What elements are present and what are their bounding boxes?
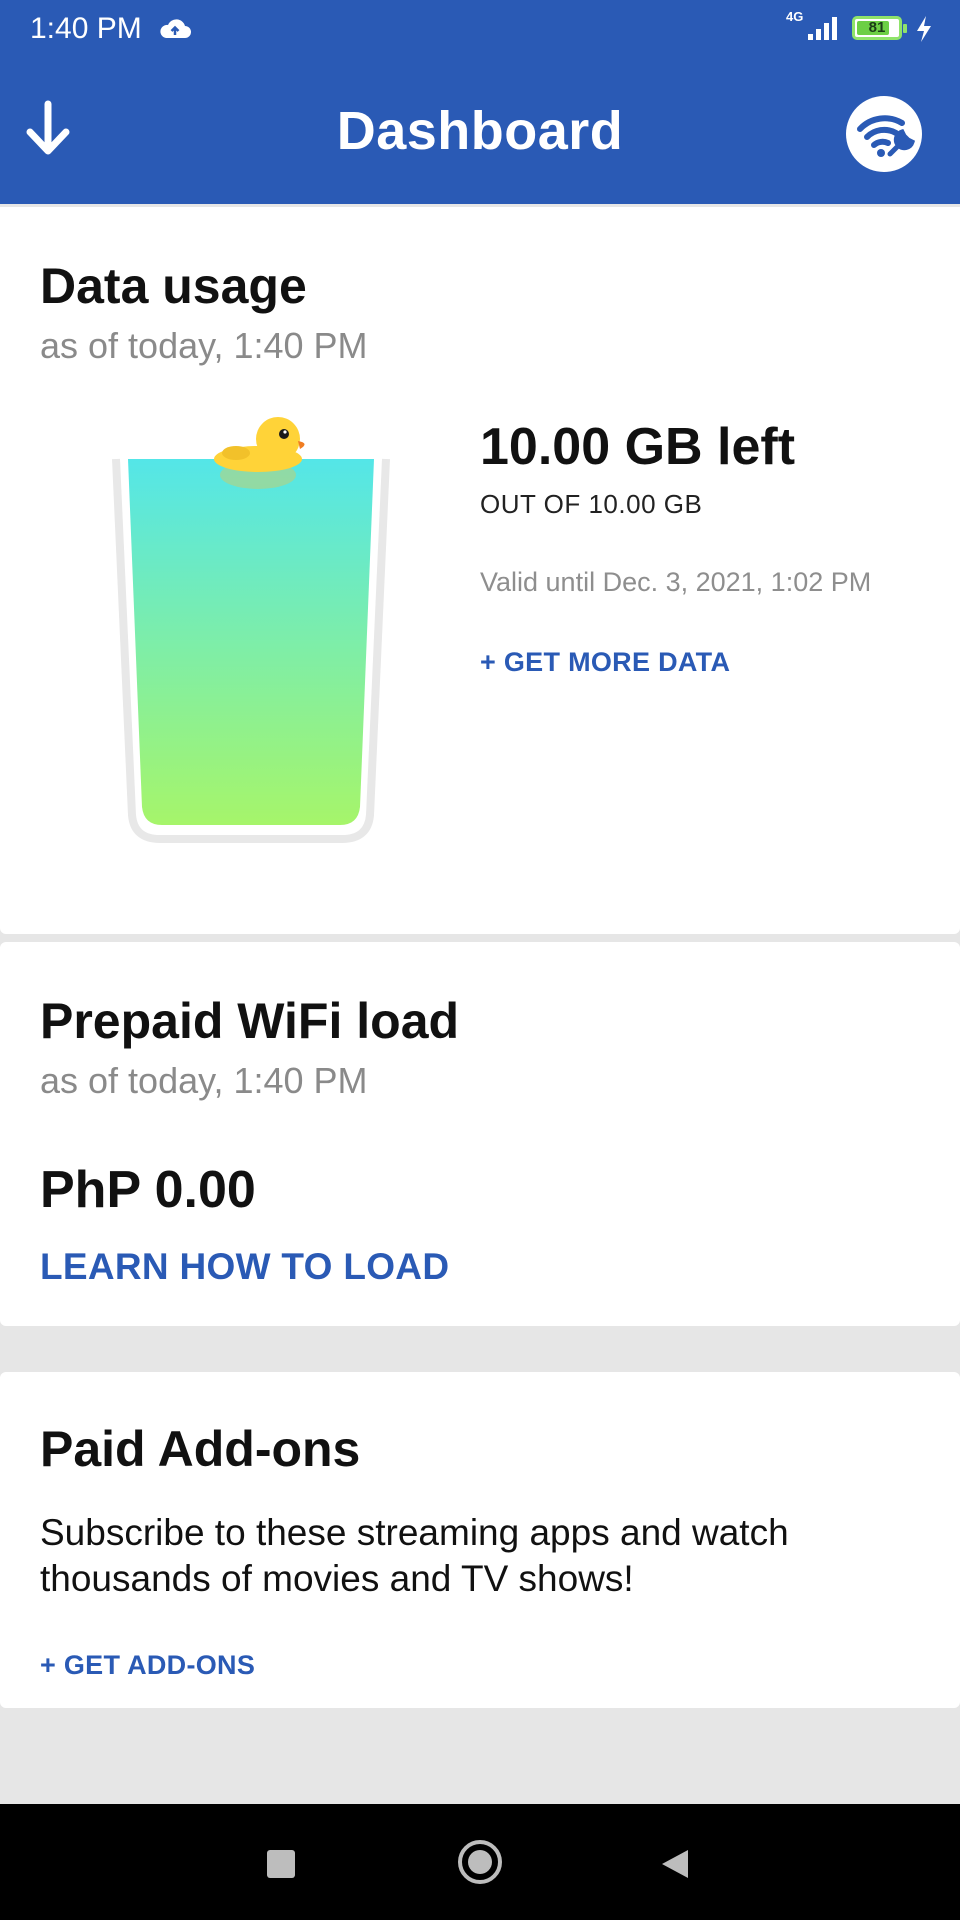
recents-square-icon[interactable] [267, 1850, 295, 1878]
network-type: 4G [786, 9, 804, 24]
battery-cap [903, 24, 907, 33]
home-circle-icon[interactable] [458, 1840, 502, 1884]
data-usage-title: Data usage [40, 258, 307, 314]
data-usage-timestamp: as of today, 1:40 PM [40, 325, 368, 366]
data-total: OUT OF 10.00 GB [480, 489, 703, 519]
home-circle-inner [468, 1850, 492, 1874]
system-nav-bar [0, 1804, 960, 1920]
wifi-load-balance: PhP 0.00 [40, 1161, 256, 1219]
paid-addons-title: Paid Add-ons [40, 1421, 361, 1477]
page-title: Dashboard [336, 101, 624, 161]
data-glass-illustration [110, 407, 410, 847]
data-remaining: 10.00 GB left [480, 418, 796, 476]
charging-bolt-icon [917, 16, 931, 42]
battery-percent: 81 [868, 19, 886, 36]
data-validity: Valid until Dec. 3, 2021, 1:02 PM [480, 567, 872, 597]
data-usage-card: Data usage as of today, 1:40 PM 10.00 GB… [0, 207, 960, 934]
wifi-wrench-icon [857, 115, 916, 157]
app-bar: Dashboard [0, 58, 960, 204]
duck-icon [214, 417, 305, 489]
cloud-upload-icon [160, 19, 191, 38]
signal-icon [808, 17, 837, 40]
prepaid-wifi-card: Prepaid WiFi load as of today, 1:40 PM P… [0, 942, 960, 1326]
status-bar: 1:40 PM 4G 81 [0, 0, 960, 58]
battery-icon: 81 [852, 16, 907, 40]
status-time: 1:40 PM [30, 12, 142, 45]
paid-addons-card: Paid Add-ons Subscribe to these streamin… [0, 1372, 960, 1708]
back-triangle-icon[interactable] [660, 1848, 690, 1880]
data-liquid [128, 459, 374, 825]
paid-addons-description: Subscribe to these streaming apps and wa… [40, 1512, 789, 1599]
prepaid-wifi-timestamp: as of today, 1:40 PM [40, 1060, 368, 1101]
learn-how-to-load-link[interactable]: LEARN HOW TO LOAD [40, 1246, 449, 1288]
prepaid-wifi-title: Prepaid WiFi load [40, 993, 460, 1049]
get-addons-link[interactable]: + GET ADD-ONS [40, 1650, 255, 1681]
get-more-data-link[interactable]: + GET MORE DATA [480, 647, 730, 678]
glass-svg [112, 417, 390, 843]
wifi-settings-button[interactable] [846, 96, 922, 172]
